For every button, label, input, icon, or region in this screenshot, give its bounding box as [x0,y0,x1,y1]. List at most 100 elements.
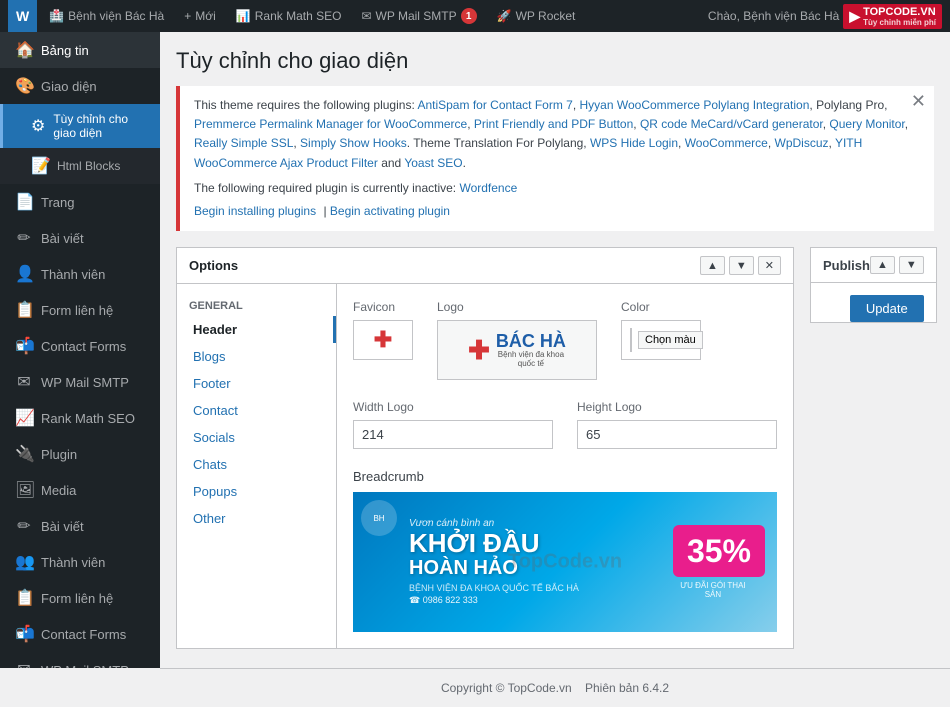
contact-icon: 📬 [15,336,33,356]
sidebar-item-wp-mail[interactable]: ✉ WP Mail SMTP [0,364,160,400]
banner-content: Vươn cánh bình an KHỞI ĐẦU HOÀN HẢO BỆNH… [353,502,673,623]
main-content: Tùy chỉnh cho giao diện ✕ This theme req… [160,32,950,668]
sidebar-item-appearance[interactable]: 🎨 Giao diện [0,68,160,104]
form2-label: Form liên hệ [41,591,113,606]
sidebar-item-users[interactable]: 👤 Thành viên [0,256,160,292]
adminbar-wp-rocket[interactable]: 🚀 WP Rocket [489,0,584,32]
appearance-submenu: ⚙ Tùy chỉnh cho giao diện 📝 Html Blocks [0,104,160,184]
nav-popups[interactable]: Popups [177,478,336,505]
sidebar-item-form2[interactable]: 📋 Form liên hệ [0,580,160,616]
rank-math-label: Rank Math SEO [255,9,342,23]
options-nav: General Header Blogs Footer Contact Soci… [177,284,337,648]
nav-socials[interactable]: Socials [177,424,336,451]
sidebar-item-html-blocks[interactable]: 📝 Html Blocks [0,148,160,184]
appearance-label: Giao diện [41,79,97,94]
sidebar-item-media[interactable]: 🖼 Media [0,472,160,508]
favicon-cross-icon: ✚ [374,329,392,351]
sidebar-item-contact2[interactable]: 📬 Contact Forms [0,616,160,652]
plugin-link-hyyan[interactable]: Hyyan WooCommerce Polylang Integration [580,98,810,112]
begin-installing-link[interactable]: Begin installing plugins [194,204,316,218]
bai-viet-label: Bài viết [41,519,84,534]
seo-icon: 📈 [15,408,33,428]
width-logo-input[interactable] [353,420,553,449]
options-close-btn[interactable]: ✕ [758,256,781,275]
banner-badge-percent: 35% [673,525,765,577]
publish-title: Publish [823,258,870,273]
choose-color-btn[interactable]: Chọn màu [638,331,703,349]
sidebar-item-dashboard[interactable]: 🏠 Bảng tin [0,32,160,68]
plugin-link-wps[interactable]: WPS Hide Login [590,136,678,150]
plugin-link-print[interactable]: Print Friendly and PDF Button [474,117,633,131]
publish-panel: Publish ▲ ▼ Update [810,247,937,323]
appearance-icon: 🎨 [15,76,33,96]
plugin-link-qr[interactable]: QR code MeCard/vCard generator [640,117,823,131]
sidebar-item-contact-forms[interactable]: 📬 Contact Forms [0,328,160,364]
begin-activating-link[interactable]: Begin activating plugin [330,204,450,218]
plugin-link-antispam[interactable]: AntiSpam for Contact Form 7 [417,98,572,112]
sidebar-item-form-lien-he[interactable]: 📋 Form liên hệ [0,292,160,328]
plugin-link-ssl[interactable]: Really Simple SSL [194,136,293,150]
adminbar-site[interactable]: 🏥 Bệnh viện Bác Hà [41,0,172,32]
posts-label: Bài viết [41,231,84,246]
logo-field: Logo ✚ BÁC HÀ Bệnh viện đa khoaquốc tế [437,300,597,380]
plugin-label: Plugin [41,447,77,462]
sidebar-item-thanh-vien[interactable]: 👥 Thành viên [0,544,160,580]
thanh-vien-label: Thành viên [41,555,105,570]
version-text: Phiên bản 6.4.2 [585,681,669,695]
sidebar-item-wp-mail2[interactable]: ✉ WP Mail SMTP [0,652,160,668]
users-label: Thành viên [41,267,105,282]
wp-logo[interactable]: W [8,0,37,32]
topcode-icon: ▶ [849,8,860,25]
breadcrumb-section: Breadcrumb TopCode.vn BH Vươn cánh bình … [353,469,777,632]
sidebar-item-posts[interactable]: ✏ Bài viết [0,220,160,256]
publish-panel-header: Publish ▲ ▼ [811,248,936,283]
nav-blogs[interactable]: Blogs [177,343,336,370]
publish-down-btn[interactable]: ▼ [899,256,924,274]
plugin-link-show-hooks[interactable]: Simply Show Hooks [300,136,407,150]
thanh-vien-icon: 👥 [15,552,33,572]
nav-other[interactable]: Other [177,505,336,532]
sidebar-item-rank-math[interactable]: 📈 Rank Math SEO [0,400,160,436]
plugin-link-wpdiscuz[interactable]: WpDiscuz [775,136,829,150]
customize-icon: ⚙ [31,116,45,136]
options-collapse-up-btn[interactable]: ▲ [700,256,725,275]
options-collapse-down-btn[interactable]: ▼ [729,256,754,275]
sidebar-item-customize[interactable]: ⚙ Tùy chỉnh cho giao diện [0,104,160,148]
plugin-link-premmerce[interactable]: Premmerce Permalink Manager for WooComme… [194,117,467,131]
nav-header[interactable]: Header [177,316,336,343]
update-button[interactable]: Update [850,295,924,322]
publish-up-btn[interactable]: ▲ [870,256,895,274]
height-logo-input[interactable] [577,420,777,449]
sidebar-item-pages[interactable]: 📄 Trang [0,184,160,220]
sidebar-item-bai-viet2[interactable]: ✏ Bài viết [0,508,160,544]
plugin-link-yoast[interactable]: Yoast SEO [404,156,462,170]
wp-footer: Copyright © TopCode.vn Phiên bản 6.4.2 [160,668,950,707]
nav-contact[interactable]: Contact [177,397,336,424]
banner-badge-sub: ƯU ĐÃI GÓI THAI SẢN [673,581,753,600]
form-icon: 📋 [15,300,33,320]
notice-close-btn[interactable]: ✕ [911,92,926,110]
and-text: and [381,156,404,170]
width-logo-field: Width Logo [353,400,553,449]
plugin-icon: 🔌 [15,444,33,464]
plugin-link-woocommerce[interactable]: WooCommerce [685,136,768,150]
sidebar-item-plugin[interactable]: 🔌 Plugin [0,436,160,472]
color-swatch[interactable] [630,328,632,352]
mail2-icon: ✉ [15,660,33,668]
adminbar-wp-mail[interactable]: ✉ WP Mail SMTP 1 [353,0,484,32]
color-display: Chọn màu [621,320,701,360]
adminbar-new[interactable]: + Mới [176,0,224,32]
adminbar-rank-math[interactable]: 📊 Rank Math SEO [228,0,350,32]
nav-footer[interactable]: Footer [177,370,336,397]
contact2-icon: 📬 [15,624,33,644]
topcode-logo[interactable]: ▶ TOPCODE.VN Tùy chỉnh miễn phí [843,4,942,29]
seo-label: Rank Math SEO [41,411,135,426]
plugin-link-query[interactable]: Query Monitor [829,117,904,131]
media-icon: 🖼 [15,480,33,500]
inactive-plugin-link[interactable]: Wordfence [459,181,517,195]
options-nav-group: General [177,292,336,316]
form-label: Form liên hệ [41,303,113,318]
banner-title2: HOÀN HẢO [409,557,657,579]
dashboard-label: Bảng tin [41,43,89,58]
nav-chats[interactable]: Chats [177,451,336,478]
